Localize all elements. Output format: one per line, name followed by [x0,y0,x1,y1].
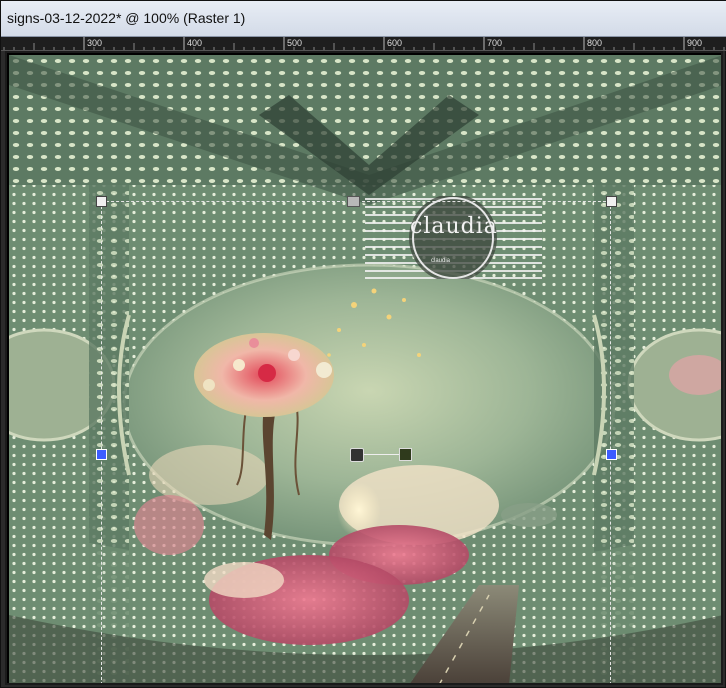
rotation-arm [364,454,400,455]
window-titlebar[interactable]: signs-03-12-2022* @ 100% (Raster 1) [1,1,726,37]
middle-left-handle[interactable] [96,449,107,460]
middle-right-handle[interactable] [606,449,617,460]
top-right-handle[interactable] [606,196,617,207]
watermark-logo: claudia claudia [365,194,542,282]
ruler-label: 400 [187,38,203,48]
horizontal-ruler[interactable]: 300 400 500 600 700 800 900 [1,37,726,51]
canvas-frame: claudia claudia [5,51,723,685]
rotation-grip-icon[interactable] [399,448,412,461]
image-window: signs-03-12-2022* @ 100% (Raster 1) 300 … [0,0,726,688]
watermark-text: claudia [410,214,498,239]
top-center-handle[interactable] [347,196,360,207]
ruler-label: 600 [387,38,403,48]
top-left-handle[interactable] [96,196,107,207]
ruler-ticks [3,37,725,50]
artwork-image [9,55,721,683]
ruler-label: 800 [587,38,603,48]
ruler-label: 900 [687,38,703,48]
image-canvas[interactable]: claudia claudia [9,55,721,683]
rotation-pivot-icon[interactable] [350,448,364,462]
ruler-label: 300 [87,38,103,48]
watermark-subtext: claudia [431,258,451,264]
window-title: signs-03-12-2022* @ 100% (Raster 1) [7,10,246,26]
ruler-label: 700 [487,38,503,48]
rotation-handle[interactable] [350,448,412,462]
ruler-label: 500 [287,38,303,48]
